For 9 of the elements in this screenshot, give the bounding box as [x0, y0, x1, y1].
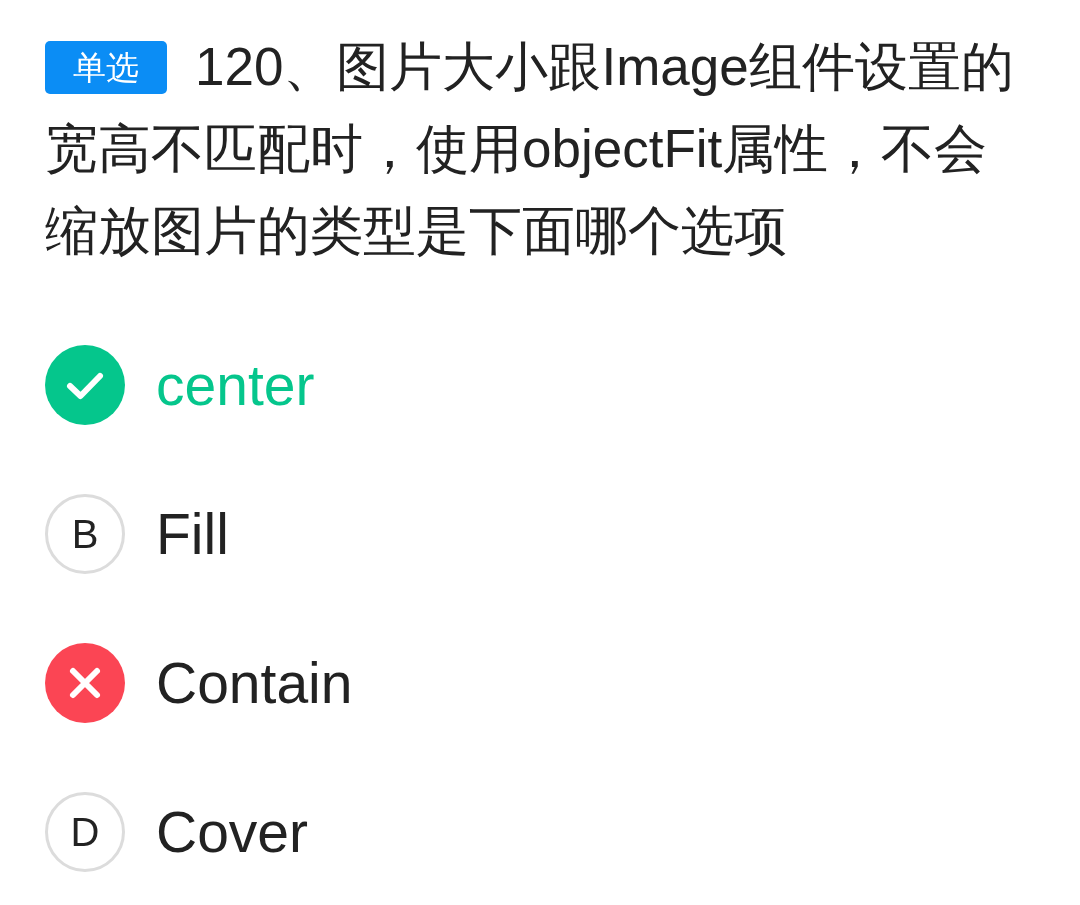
question-type-badge: 单选	[45, 40, 167, 94]
option-label[interactable]: Contain	[156, 643, 353, 723]
option-label[interactable]: Cover	[156, 792, 309, 872]
option-letter[interactable]: D	[45, 792, 125, 872]
question-text-line: 宽高不匹配时，使用objectFit属性，不会	[45, 118, 988, 180]
question-text-line: 120、图片大小跟Image组件设置的	[195, 36, 1014, 98]
option-label[interactable]: Fill	[156, 494, 229, 574]
option-letter[interactable]: B	[45, 494, 125, 574]
question-text-line: 缩放图片的类型是下面哪个选项	[45, 200, 787, 262]
